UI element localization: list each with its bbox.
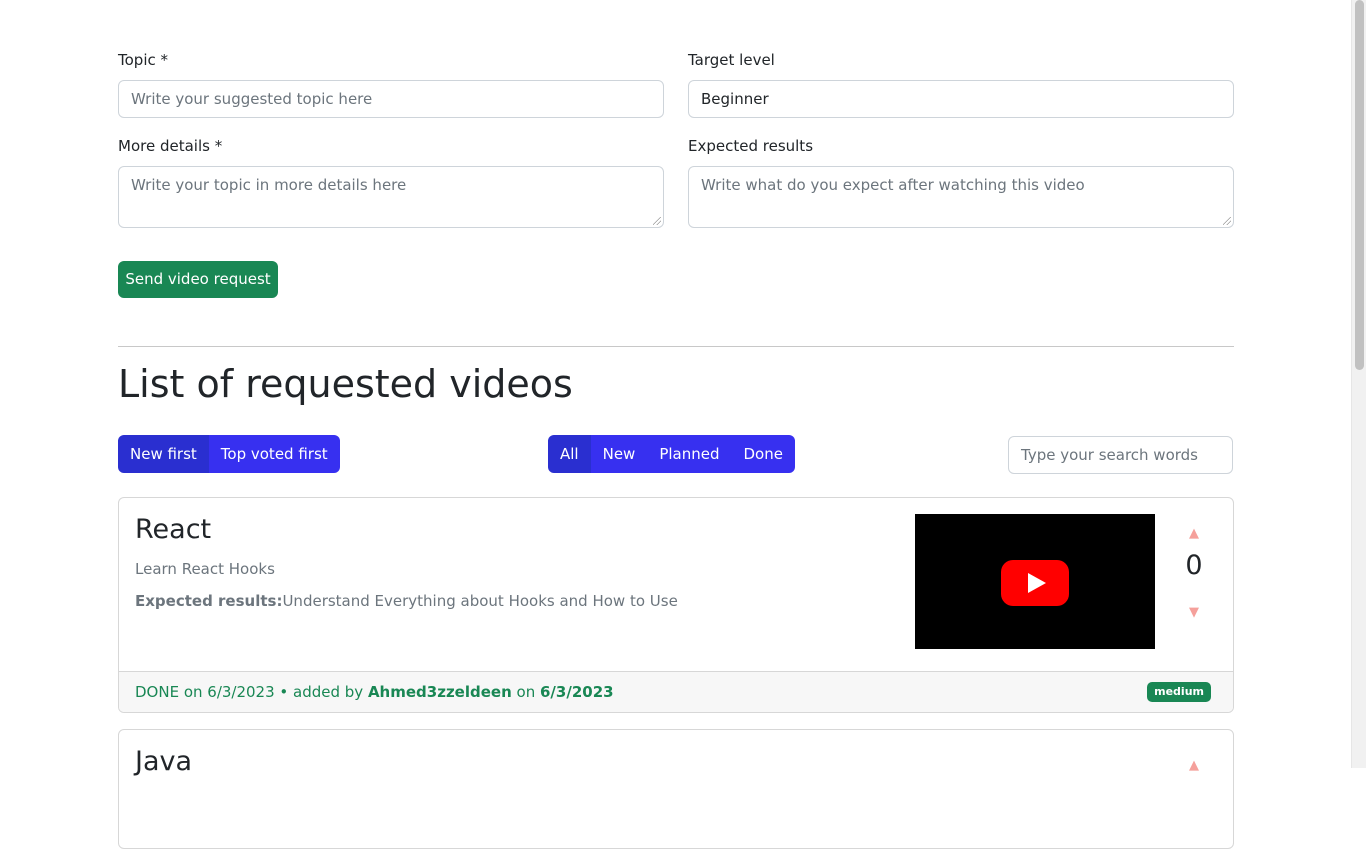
filter-button-group: All New Planned Done <box>548 435 795 473</box>
expected-placeholder: Write what do you expect after watching … <box>701 176 1085 194</box>
expected-results-text: Understand Everything about Hooks and Ho… <box>282 592 678 610</box>
status-text: DONE on 6/3/2023 • added by <box>135 683 368 701</box>
search-placeholder: Type your search words <box>1021 446 1198 464</box>
request-date: 6/3/2023 <box>540 683 614 701</box>
details-placeholder: Write your topic in more details here <box>131 176 407 194</box>
upvote-icon[interactable]: ▲ <box>1187 758 1201 773</box>
filter-new-button[interactable]: New <box>590 435 648 473</box>
target-level-label: Target level <box>688 51 775 69</box>
resize-grip-icon[interactable] <box>1223 217 1231 225</box>
filter-all-button[interactable]: All <box>548 435 591 473</box>
search-input[interactable]: Type your search words <box>1008 436 1233 474</box>
topic-label: Topic * <box>118 51 168 69</box>
request-details: Learn React Hooks <box>135 560 275 578</box>
video-request-card: React Learn React Hooks Expected results… <box>118 497 1234 713</box>
upvote-icon[interactable]: ▲ <box>1187 526 1201 541</box>
downvote-icon[interactable]: ▼ <box>1187 605 1201 620</box>
target-level-select[interactable]: Beginner <box>688 80 1234 118</box>
request-topic: Java <box>135 746 193 777</box>
sort-top-voted-button[interactable]: Top voted first <box>208 435 340 473</box>
video-embed[interactable] <box>915 514 1155 649</box>
youtube-play-icon[interactable] <box>1001 560 1069 606</box>
scrollbar-thumb[interactable] <box>1355 0 1364 370</box>
topic-input[interactable]: Write your suggested topic here <box>118 80 664 118</box>
on-text: on <box>511 683 540 701</box>
sort-button-group: New first Top voted first <box>118 435 340 473</box>
expected-label: Expected results <box>688 137 814 155</box>
request-expected: Expected results:Understand Everything a… <box>135 592 678 610</box>
video-request-card: Java ▲ <box>118 729 1234 849</box>
page-title: List of requested videos <box>118 362 573 406</box>
filter-done-button[interactable]: Done <box>731 435 795 473</box>
send-request-button[interactable]: Send video request <box>118 261 278 298</box>
details-textarea[interactable]: Write your topic in more details here <box>118 166 664 228</box>
target-level-value: Beginner <box>701 90 769 108</box>
author-name: Ahmed3zzeldeen <box>367 683 512 701</box>
details-label: More details * <box>118 137 223 155</box>
request-topic: React <box>135 514 212 545</box>
divider <box>118 346 1234 347</box>
topic-placeholder: Write your suggested topic here <box>131 90 373 108</box>
resize-grip-icon[interactable] <box>653 217 661 225</box>
page-scrollbar[interactable] <box>1351 0 1366 768</box>
card-footer: DONE on 6/3/2023 • added by Ahmed3zzelde… <box>119 671 1233 712</box>
expected-textarea[interactable]: Write what do you expect after watching … <box>688 166 1234 228</box>
filter-planned-button[interactable]: Planned <box>647 435 732 473</box>
expected-results-label: Expected results: <box>135 592 283 610</box>
level-badge: medium <box>1147 682 1211 702</box>
vote-count: 0 <box>1185 550 1203 581</box>
sort-new-first-button[interactable]: New first <box>118 435 209 473</box>
